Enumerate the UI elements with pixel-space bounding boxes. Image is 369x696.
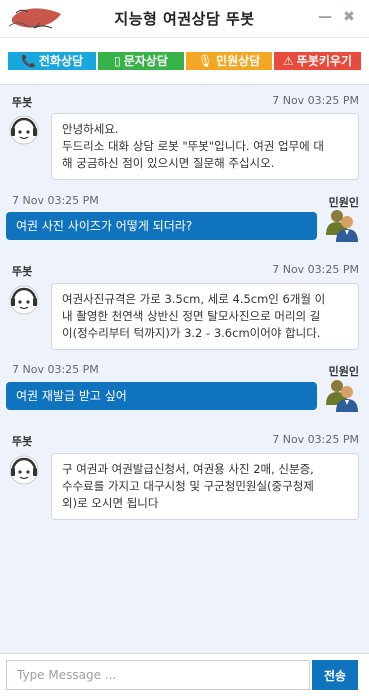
- tab-phone-consult[interactable]: 📞 전화상담: [8, 52, 96, 70]
- bot-avatar-icon: [9, 455, 39, 485]
- message-input[interactable]: [6, 660, 310, 690]
- bot-message: 여권사진규격은 가로 3.5cm, 세로 4.5cm인 6개월 이 내 촬영한 …: [51, 283, 359, 350]
- tab-civil-consult[interactable]: 🎙 민원상담: [186, 52, 272, 70]
- bot-avatar-icon: [9, 115, 39, 145]
- send-button[interactable]: 전송: [312, 660, 358, 690]
- timestamp: 7 Nov 03:25 PM: [272, 433, 359, 446]
- timestamp: 7 Nov 03:25 PM: [272, 263, 359, 276]
- chat-log[interactable]: 뚜봇 7 Nov 03:25 PM 안녕하세요. 두드리소 대화 상담 로봇 "…: [0, 85, 369, 653]
- message-line: 여권사진규격은 가로 3.5cm, 세로 4.5cm인 6개월 이: [62, 292, 326, 306]
- tab-label: 문자상담: [123, 54, 168, 68]
- user-message: 여권 재발급 받고 싶어: [6, 382, 317, 410]
- input-bar: 전송: [0, 653, 369, 696]
- phone-icon: 📞: [20, 54, 36, 68]
- tab-label: 민원상담: [216, 54, 261, 68]
- message-line: 해 궁금하신 점이 있으시면 질문해 주십시오.: [62, 156, 275, 170]
- window-title: 지능형 여권상담 뚜봇: [114, 10, 255, 28]
- tab-label: 뚜봇키우기: [296, 54, 352, 68]
- user-message: 여권 사진 사이즈가 어떻게 되더라?: [6, 212, 317, 240]
- bot-message: 구 여권과 여권발급신청서, 여권용 사진 2매, 신분증, 수수료를 가지고 …: [51, 453, 359, 520]
- sender-name: 뚜봇: [12, 435, 33, 448]
- message-line: 내 촬영한 천연색 상반신 정면 탈모사진으로 머리의 길: [62, 309, 321, 323]
- timestamp: 7 Nov 03:25 PM: [272, 94, 359, 107]
- timestamp: 7 Nov 03:25 PM: [12, 363, 99, 376]
- message-line: 구 여권과 여권발급신청서, 여권용 사진 2매, 신분증,: [62, 462, 314, 476]
- tab-label: 전화상담: [38, 54, 84, 68]
- message-line: 안녕하세요.: [62, 122, 119, 136]
- close-icon[interactable]: ✖: [341, 9, 357, 25]
- minimize-icon[interactable]: —: [317, 9, 333, 25]
- tab-raise-bot[interactable]: ⚠ 뚜봇키우기: [274, 52, 361, 70]
- sender-name: 뚜봇: [12, 265, 33, 278]
- message-line: 이(정수리부터 턱까지)가 3.2 - 3.6cm이어야 합니다.: [62, 326, 321, 340]
- message-line: 수수료를 가지고 대구시청 및 구군청민원실(중구청제: [62, 479, 314, 493]
- message-line: 두드리소 대화 상담 로봇 "뚜봇"입니다. 여권 업무에 대: [62, 139, 325, 153]
- bot-message: 안녕하세요. 두드리소 대화 상담 로봇 "뚜봇"입니다. 여권 업무에 대 해…: [51, 113, 359, 180]
- timestamp: 7 Nov 03:25 PM: [12, 194, 99, 207]
- tab-strip: 📞 전화상담 ▯ 문자상담 🎙 민원상담 ⚠ 뚜봇키우기: [0, 38, 369, 84]
- user-avatar-icon: [326, 380, 358, 412]
- user-avatar-icon: [326, 210, 358, 242]
- sender-name: 뚜봇: [12, 96, 33, 109]
- microphone-icon: 🎙: [197, 54, 214, 68]
- warning-icon: ⚠: [283, 54, 294, 68]
- title-bar: 지능형 여권상담 뚜봇 — ✖: [0, 0, 369, 38]
- mobile-icon: ▯: [114, 54, 121, 68]
- message-line: 외)로 오시면 됩니다: [62, 496, 159, 510]
- tab-sms-consult[interactable]: ▯ 문자상담: [98, 52, 184, 70]
- bot-avatar-icon: [9, 285, 39, 315]
